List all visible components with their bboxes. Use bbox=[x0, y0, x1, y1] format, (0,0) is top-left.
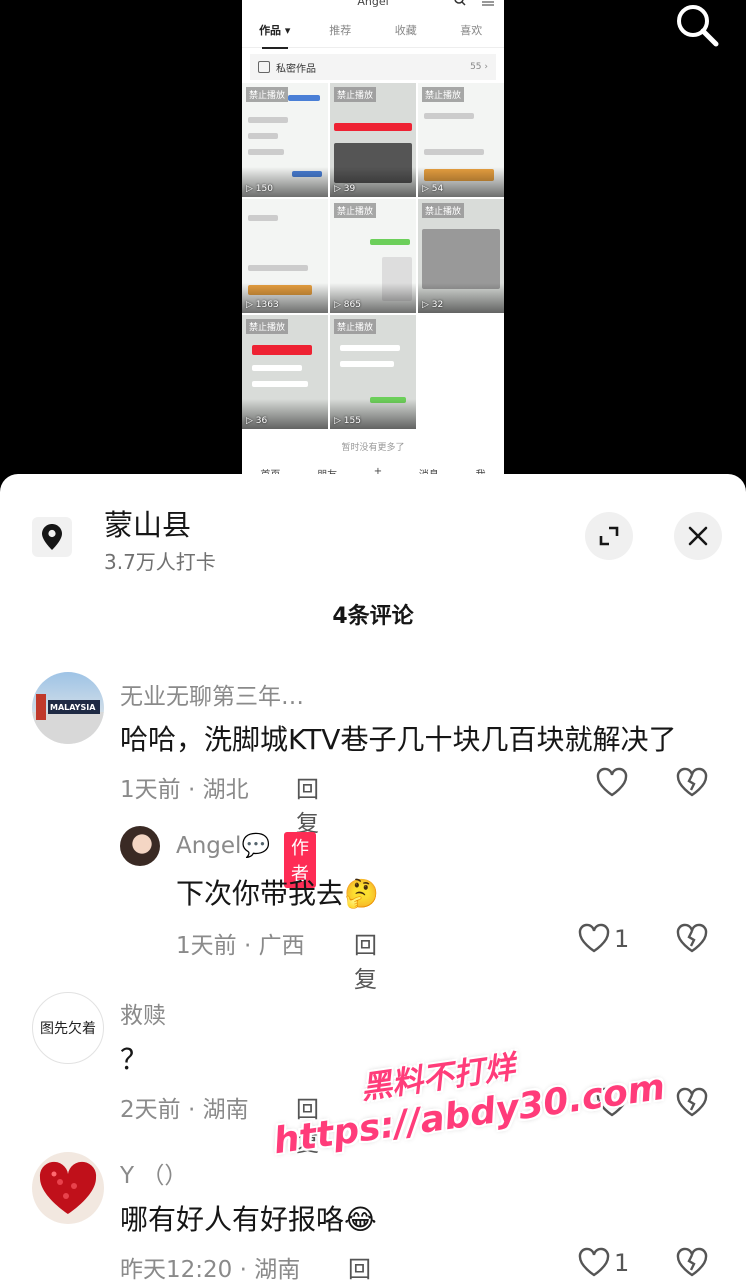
lock-icon bbox=[258, 61, 270, 73]
avatar[interactable] bbox=[32, 1152, 104, 1224]
private-count: 55 › bbox=[470, 62, 488, 72]
avatar[interactable] bbox=[120, 826, 160, 866]
location-checkins: 3.7万人打卡 bbox=[104, 550, 216, 574]
comment-text: ？ bbox=[120, 1043, 149, 1076]
video-thumbnail: 1363 bbox=[242, 199, 328, 313]
heart-avatar-image bbox=[39, 1161, 97, 1214]
svg-text:MALAYSIA: MALAYSIA bbox=[50, 703, 96, 712]
like-count: 1 bbox=[614, 925, 630, 953]
broken-heart-icon[interactable] bbox=[676, 923, 708, 953]
comment-username[interactable]: 无业无聊第三年… bbox=[120, 677, 304, 711]
embedded-tabs: 作品 ▾ 推荐 收藏 喜欢 bbox=[242, 12, 504, 49]
banned-label: 禁止播放 bbox=[334, 319, 377, 334]
heart-icon[interactable] bbox=[578, 1247, 610, 1277]
view-count: 865 bbox=[334, 300, 361, 310]
comment-username[interactable]: Angel💬 bbox=[176, 832, 270, 859]
private-label: 私密作品 bbox=[276, 63, 316, 75]
embedded-tab-works: 作品 ▾ bbox=[242, 22, 308, 49]
search-icon bbox=[454, 0, 466, 6]
menu-icon bbox=[482, 1, 494, 6]
view-count: 150 bbox=[246, 184, 273, 194]
banned-label: 禁止播放 bbox=[334, 87, 377, 102]
comment-sheet: 蒙山县 3.7万人打卡 4条评论 MALAYSIA 无业无聊第三年… 哈哈，洗脚… bbox=[0, 474, 746, 1280]
reply-button[interactable]: 回复 bbox=[348, 1250, 371, 1280]
close-button[interactable] bbox=[674, 512, 722, 560]
location-name[interactable]: 蒙山县 bbox=[104, 502, 191, 544]
like-count: 1 bbox=[614, 1249, 630, 1277]
private-works-row: 私密作品 55 › bbox=[250, 54, 496, 80]
video-thumbnail: 禁止播放 39 bbox=[330, 83, 416, 197]
search-icon[interactable] bbox=[674, 2, 720, 48]
heart-icon[interactable] bbox=[596, 767, 628, 797]
video-thumbnail: 禁止播放 155 bbox=[330, 315, 416, 429]
video-grid: 禁止播放 150 禁止播放 39 禁止播放 54 bbox=[242, 83, 504, 429]
view-count: 155 bbox=[334, 416, 361, 426]
banned-label: 禁止播放 bbox=[334, 203, 377, 218]
video-thumbnail: 禁止播放 150 bbox=[242, 83, 328, 197]
embedded-tab-favorites: 收藏 bbox=[394, 23, 417, 37]
avatar[interactable]: 图先欠着 bbox=[32, 992, 104, 1064]
close-icon bbox=[688, 526, 708, 546]
embedded-header: Angel bbox=[242, 0, 504, 12]
screen: Angel 作品 ▾ 推荐 收藏 喜欢 私密作品 55 › 禁止播放 ▷ 150… bbox=[0, 0, 746, 1280]
reply-button[interactable]: 回复 bbox=[354, 926, 377, 994]
embedded-tab-likes: 喜欢 bbox=[460, 23, 483, 37]
broken-heart-icon[interactable] bbox=[676, 1087, 708, 1117]
comment-time-location: 昨天12:20 · 湖南 bbox=[120, 1257, 301, 1280]
banned-label: 禁止播放 bbox=[246, 319, 289, 334]
view-count: 39 bbox=[334, 184, 355, 194]
view-count: 54 bbox=[422, 184, 443, 194]
comment-text: 哈哈，洗脚城KTV巷子几十块几百块就解决了 bbox=[120, 723, 677, 756]
comment-time-location: 1天前 · 广西 bbox=[176, 933, 305, 959]
video-thumbnail: 禁止播放 865 bbox=[330, 199, 416, 313]
banned-label: 禁止播放 bbox=[246, 87, 289, 102]
avatar-image: MALAYSIA bbox=[32, 694, 104, 744]
banned-label: 禁止播放 bbox=[422, 203, 465, 218]
comment-time-location: 1天前 · 湖北 bbox=[120, 777, 249, 803]
video-thumbnail: 禁止播放 54 bbox=[418, 83, 504, 197]
comment-text: 下次你带我去🤔 bbox=[176, 877, 379, 910]
heart-icon[interactable] bbox=[578, 923, 610, 953]
view-count: 1363 bbox=[246, 300, 279, 310]
reply-button[interactable]: 回复 bbox=[296, 770, 319, 838]
expand-button[interactable] bbox=[585, 512, 633, 560]
embedded-tab-recommend: 推荐 bbox=[329, 23, 352, 37]
comment-text: 哪有好人有好报咯😂 bbox=[120, 1203, 377, 1236]
banned-label: 禁止播放 bbox=[422, 87, 465, 102]
broken-heart-icon[interactable] bbox=[676, 767, 708, 797]
comment-count-title: 4条评论 bbox=[332, 604, 414, 629]
video-thumbnail: 禁止播放 36 bbox=[242, 315, 328, 429]
view-count: 32 bbox=[422, 300, 443, 310]
view-count: 36 bbox=[246, 416, 267, 426]
comment-username[interactable]: Y （） bbox=[120, 1156, 187, 1190]
avatar[interactable]: MALAYSIA bbox=[32, 672, 104, 744]
comment-time-location: 2天前 · 湖南 bbox=[120, 1097, 249, 1123]
comment-username[interactable]: 救赎 bbox=[120, 996, 166, 1030]
embedded-profile-screenshot: Angel 作品 ▾ 推荐 收藏 喜欢 私密作品 55 › 禁止播放 ▷ 150… bbox=[242, 0, 504, 480]
avatar-text: 图先欠着 bbox=[40, 1021, 96, 1037]
location-pin-icon bbox=[32, 517, 72, 557]
expand-icon bbox=[599, 526, 619, 546]
broken-heart-icon[interactable] bbox=[676, 1247, 708, 1277]
video-thumbnail: 禁止播放 32 bbox=[418, 199, 504, 313]
no-more-text: 暂时没有更多了 bbox=[341, 443, 405, 453]
